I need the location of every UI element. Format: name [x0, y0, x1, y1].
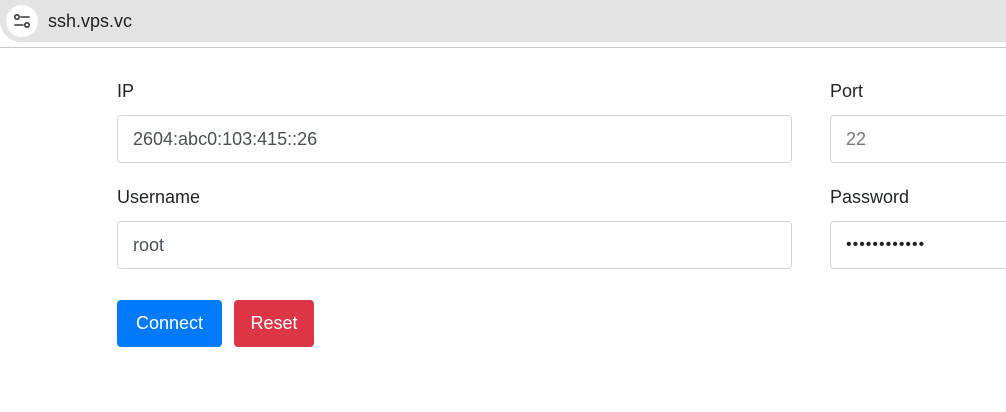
password-label: Password	[830, 187, 910, 207]
username-input[interactable]	[117, 221, 792, 269]
port-input[interactable]	[830, 115, 1006, 163]
connect-button[interactable]: Connect	[117, 300, 222, 347]
ip-label: IP	[117, 81, 135, 101]
password-input[interactable]: ••••••••••••	[830, 221, 1006, 269]
site-info-button[interactable]	[6, 5, 38, 37]
username-label: Username	[117, 187, 201, 207]
tune-icon	[13, 13, 31, 29]
url-field[interactable]: ssh.vps.vc	[0, 0, 1006, 42]
reset-button[interactable]: Reset	[234, 300, 314, 347]
browser-address-bar: ssh.vps.vc	[0, 0, 1006, 48]
ip-input[interactable]	[117, 115, 792, 163]
url-text[interactable]: ssh.vps.vc	[48, 10, 132, 32]
port-label: Port	[830, 81, 864, 101]
